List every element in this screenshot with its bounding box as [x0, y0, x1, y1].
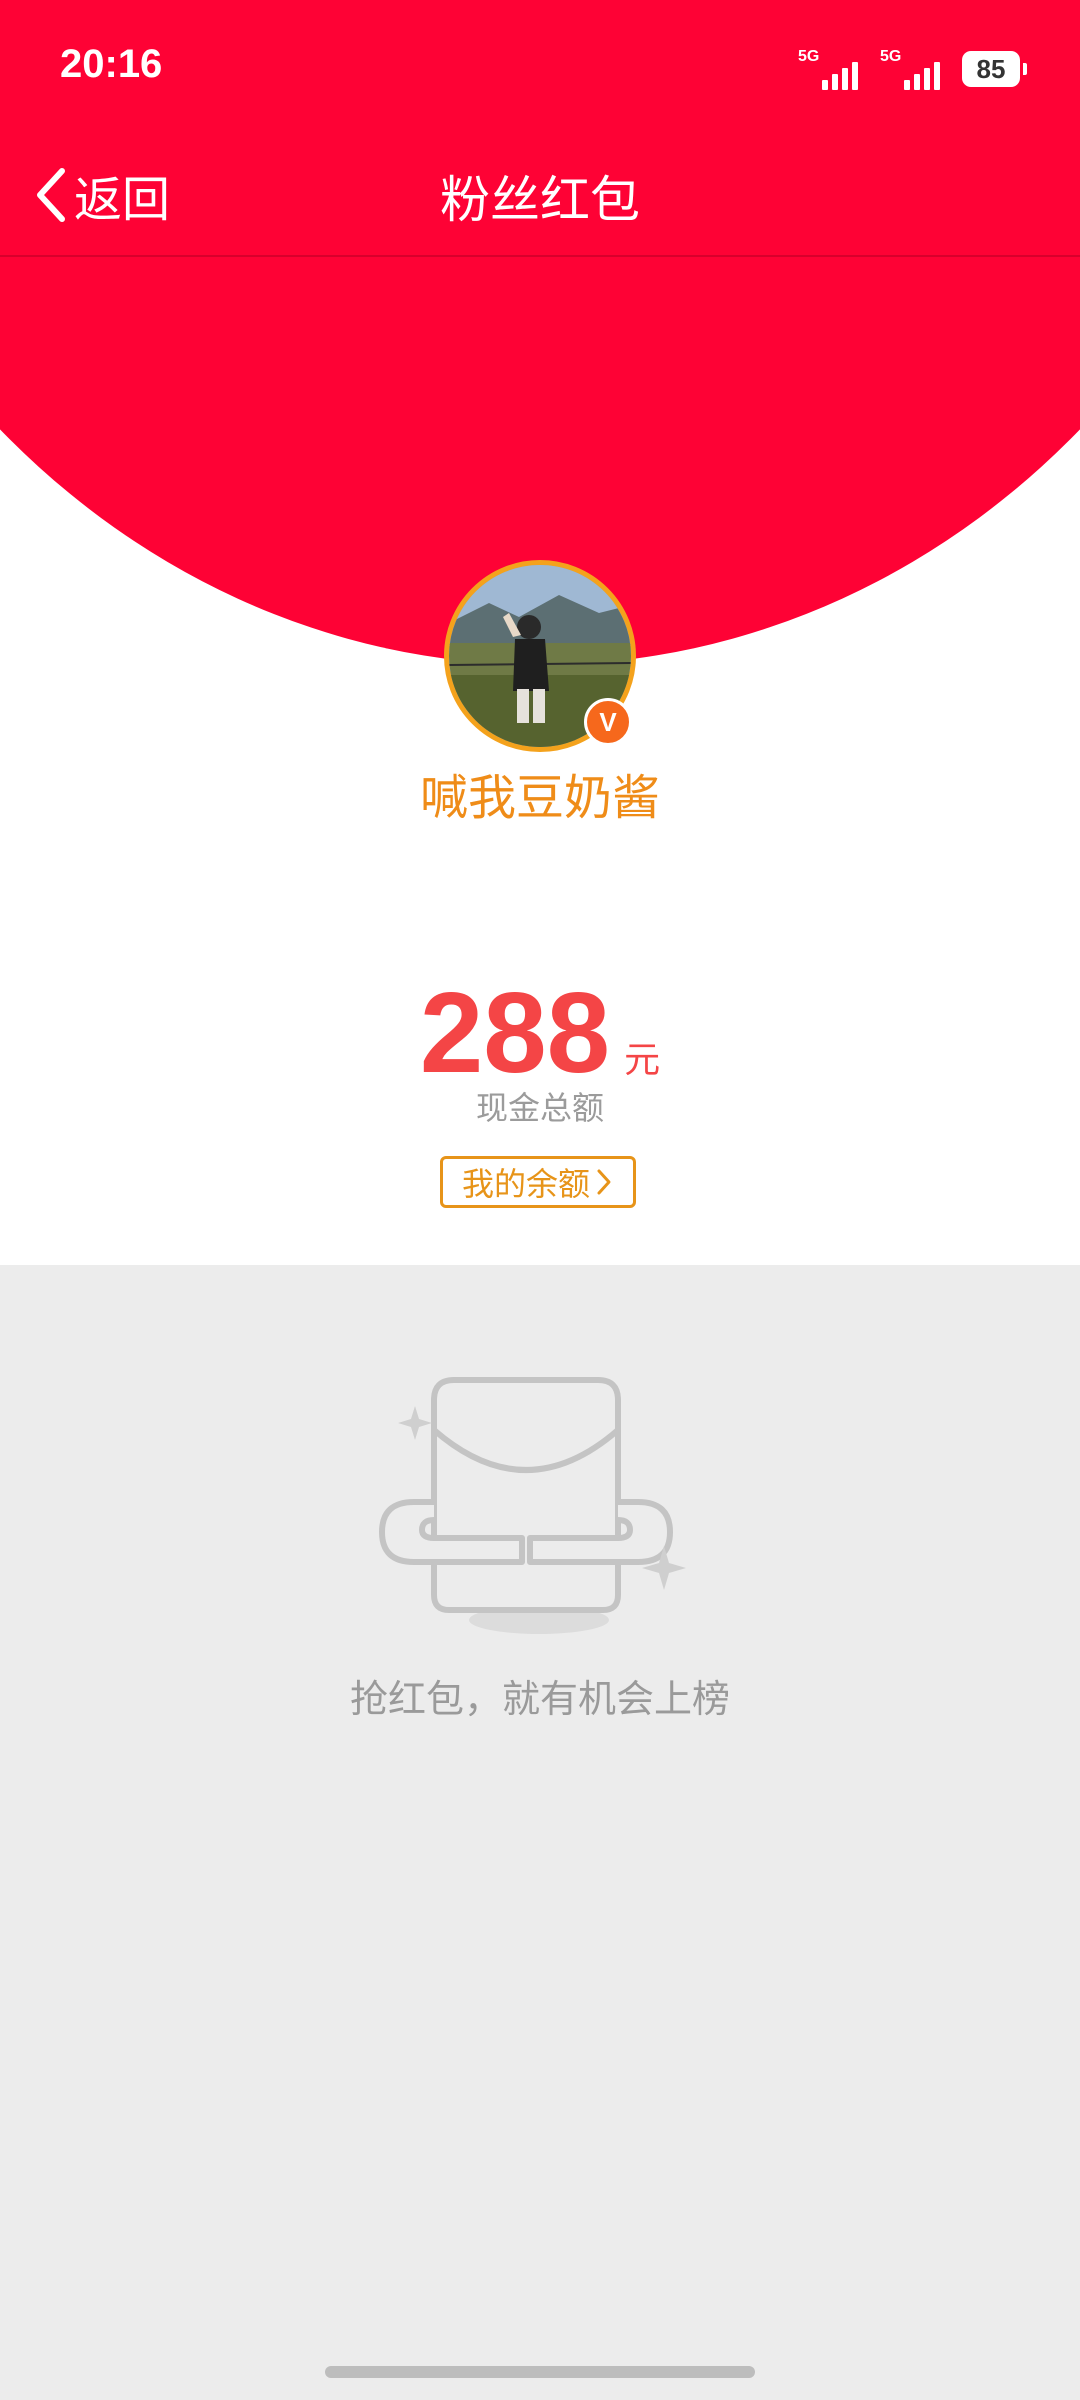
red-packet-card: 20:16 5G 5G 85 返回 粉丝红包 V 喊我豆奶酱 288 元 现金总… [0, 0, 1080, 1265]
cash-amount-row: 288 元 [0, 968, 1080, 1099]
status-icons: 5G 5G 85 [798, 48, 1027, 90]
battery-icon: 85 [962, 51, 1027, 87]
cash-amount: 288 [419, 970, 611, 1097]
profile-name[interactable]: 喊我豆奶酱 [0, 758, 1080, 828]
my-balance-button[interactable]: 我的余额 [440, 1156, 636, 1208]
page-title: 粉丝红包 [440, 171, 640, 229]
header-divider [0, 255, 1080, 257]
home-indicator[interactable] [325, 2366, 755, 2378]
network-type-label: 5G [798, 48, 820, 65]
my-balance-label: 我的余额 [461, 1165, 590, 1203]
signal-icon: 5G [880, 48, 940, 90]
cash-total-label: 现金总额 [475, 1089, 604, 1127]
chevron-right-icon [597, 1169, 611, 1195]
empty-state-message: 抢红包，就有机会上榜 [349, 1677, 730, 1721]
status-time: 20:16 [60, 42, 163, 86]
cash-unit: 元 [624, 1040, 661, 1081]
network-type-label: 5G [880, 48, 902, 65]
verified-badge: V [584, 698, 632, 746]
sparkle-icon [398, 1406, 686, 1590]
empty-state-illustration [374, 1370, 694, 1640]
signal-icon: 5G [798, 48, 858, 90]
